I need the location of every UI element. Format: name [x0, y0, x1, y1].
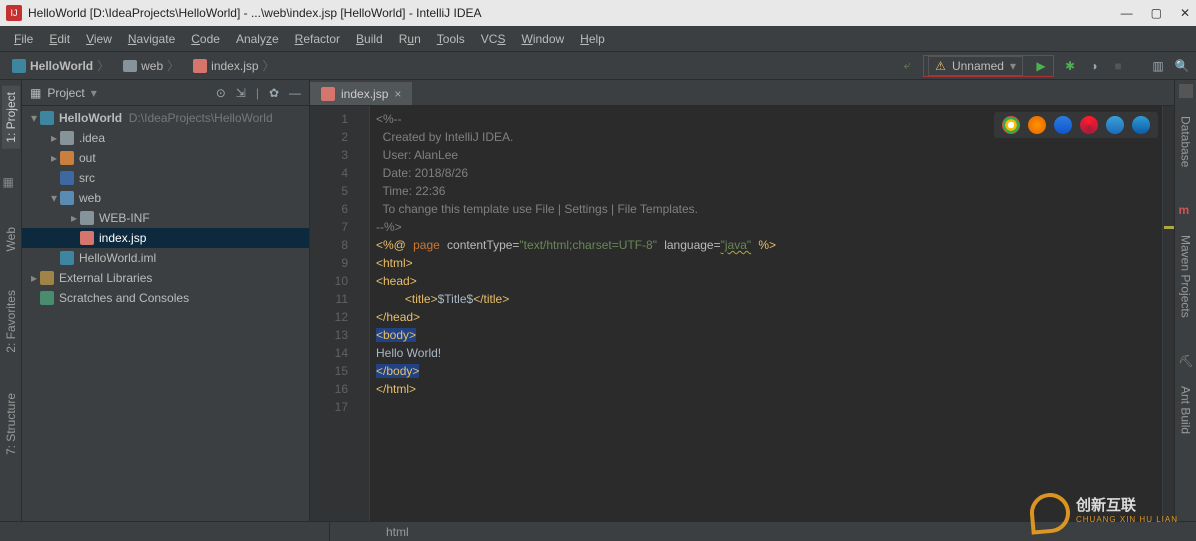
run-button[interactable]: ▶: [1033, 58, 1049, 74]
menu-file[interactable]: FFileile: [6, 28, 41, 50]
ie-icon[interactable]: [1106, 116, 1124, 134]
close-button[interactable]: ✕: [1180, 6, 1190, 20]
build-icon[interactable]: ⤶: [899, 58, 915, 74]
breadcrumb-file[interactable]: index.jsp〉: [187, 55, 280, 76]
tree-node-src[interactable]: src: [22, 168, 309, 188]
window-title: HelloWorld [D:\IdeaProjects\HelloWorld] …: [28, 6, 482, 20]
tree-node-webinf[interactable]: ▸WEB-INF: [22, 208, 309, 228]
firefox-icon[interactable]: [1028, 116, 1046, 134]
menu-bar: FFileile Edit View Navigate Code Analyze…: [0, 26, 1196, 52]
menu-refactor[interactable]: Refactor: [287, 28, 348, 50]
collapse-icon[interactable]: ⇲: [236, 86, 246, 100]
coverage-button[interactable]: ◑: [1086, 58, 1102, 74]
breadcrumb-folder[interactable]: web〉: [117, 55, 185, 76]
menu-build[interactable]: Build: [348, 28, 391, 50]
safari-icon[interactable]: [1054, 116, 1072, 134]
ant-icon[interactable]: ⛏: [1179, 354, 1193, 368]
menu-code[interactable]: Code: [183, 28, 228, 50]
toolwindow-tab-ant[interactable]: Ant Build: [1177, 380, 1195, 440]
menu-tools[interactable]: Tools: [429, 28, 473, 50]
right-tool-gutter: Database m Maven Projects ⛏ Ant Build: [1174, 80, 1196, 521]
chevron-down-icon[interactable]: ▾: [91, 86, 97, 100]
tree-node-indexjsp[interactable]: index.jsp: [22, 228, 309, 248]
tree-node-web[interactable]: ▾web: [22, 188, 309, 208]
edge-icon[interactable]: [1132, 116, 1150, 134]
tree-node-out[interactable]: ▸out: [22, 148, 309, 168]
stop-button[interactable]: ■: [1110, 58, 1126, 74]
error-stripe[interactable]: [1162, 106, 1174, 521]
breadcrumb-module[interactable]: HelloWorld〉: [6, 55, 115, 76]
project-tree[interactable]: ▾HelloWorld D:\IdeaProjects\HelloWorld ▸…: [22, 106, 309, 521]
tree-node-idea[interactable]: ▸.idea: [22, 128, 309, 148]
menu-run[interactable]: Run: [391, 28, 429, 50]
minimize-button[interactable]: —: [1121, 6, 1133, 20]
toolwindow-tab-database[interactable]: Database: [1177, 110, 1195, 173]
module-icon: [12, 59, 26, 73]
run-configuration-selector[interactable]: ⚠ Unnamed ▾: [928, 56, 1023, 76]
gutter-line-numbers: 1234567891011121314151617: [310, 106, 356, 521]
window-titlebar: IJ HelloWorld [D:\IdeaProjects\HelloWorl…: [0, 0, 1196, 26]
menu-window[interactable]: Window: [513, 28, 572, 50]
opera-icon[interactable]: [1080, 116, 1098, 134]
jsp-icon: [193, 59, 207, 73]
maximize-button[interactable]: ▢: [1151, 6, 1162, 20]
maven-icon[interactable]: m: [1179, 203, 1193, 217]
status-bar: html: [0, 521, 1196, 541]
menu-navigate[interactable]: Navigate: [120, 28, 183, 50]
toolwindow-tab-maven[interactable]: Maven Projects: [1177, 229, 1195, 324]
menu-edit[interactable]: Edit: [41, 28, 78, 50]
left-tool-gutter: 1: Project ▦ Web 2: Favorites 7: Structu…: [0, 80, 22, 521]
code-editor[interactable]: <%-- Created by IntelliJ IDEA. User: Ala…: [370, 106, 1162, 521]
menu-help[interactable]: Help: [572, 28, 613, 50]
hide-icon[interactable]: —: [289, 86, 301, 100]
project-view-icon: ▦: [30, 86, 41, 100]
menu-vcs[interactable]: VCS: [473, 28, 514, 50]
folder-icon: [123, 60, 137, 72]
tree-node-scratches[interactable]: Scratches and Consoles: [22, 288, 309, 308]
browser-icons-panel: [994, 112, 1158, 138]
navigation-bar: HelloWorld〉 web〉 index.jsp〉 ⤶ ⚠ Unnamed …: [0, 52, 1196, 80]
tree-node-external[interactable]: ▸External Libraries: [22, 268, 309, 288]
toolwindow-tab-web[interactable]: Web: [2, 221, 20, 257]
tree-node-iml[interactable]: HelloWorld.iml: [22, 248, 309, 268]
menu-view[interactable]: View: [78, 28, 120, 50]
target-icon[interactable]: ⊙: [216, 86, 226, 100]
project-panel-title[interactable]: Project: [47, 86, 84, 100]
search-everywhere-icon[interactable]: 🔍: [1174, 58, 1190, 74]
gear-icon[interactable]: ✿: [269, 86, 279, 100]
editor-tab-indexjsp[interactable]: index.jsp ×: [310, 82, 412, 105]
database-icon[interactable]: [1179, 84, 1193, 98]
watermark-logo: 创新互联 CHUANG XIN HU LIAN: [1030, 493, 1178, 533]
project-tool-window: ▦ Project ▾ ⊙ ⇲ | ✿ — ▾HelloWorld D:\Ide…: [22, 80, 310, 521]
toolwindow-tab-favorites[interactable]: 2: Favorites: [2, 284, 20, 359]
tree-node-root[interactable]: ▾HelloWorld D:\IdeaProjects\HelloWorld: [22, 108, 309, 128]
chevron-down-icon: ▾: [1010, 59, 1016, 73]
toolwindow-icon[interactable]: ▦: [3, 175, 19, 191]
run-combo-highlight: ⚠ Unnamed ▾ ▶: [923, 55, 1054, 77]
toolwindow-tab-structure[interactable]: 7: Structure: [2, 387, 20, 461]
editor: index.jsp × 1234567891011121314151617 <%…: [310, 80, 1174, 521]
jsp-icon: [321, 87, 335, 101]
debug-button[interactable]: ✱: [1062, 58, 1078, 74]
chrome-icon[interactable]: [1002, 116, 1020, 134]
project-structure-button[interactable]: ▥: [1150, 58, 1166, 74]
warning-icon: ⚠: [935, 59, 946, 73]
breadcrumbs: HelloWorld〉 web〉 index.jsp〉: [6, 55, 281, 76]
editor-breadcrumb[interactable]: html: [330, 525, 409, 539]
close-tab-icon[interactable]: ×: [394, 87, 401, 101]
fold-gutter[interactable]: [356, 106, 370, 521]
toolwindow-tab-project[interactable]: 1: Project: [2, 86, 20, 149]
app-icon: IJ: [6, 5, 22, 21]
menu-analyze[interactable]: Analyze: [228, 28, 287, 50]
